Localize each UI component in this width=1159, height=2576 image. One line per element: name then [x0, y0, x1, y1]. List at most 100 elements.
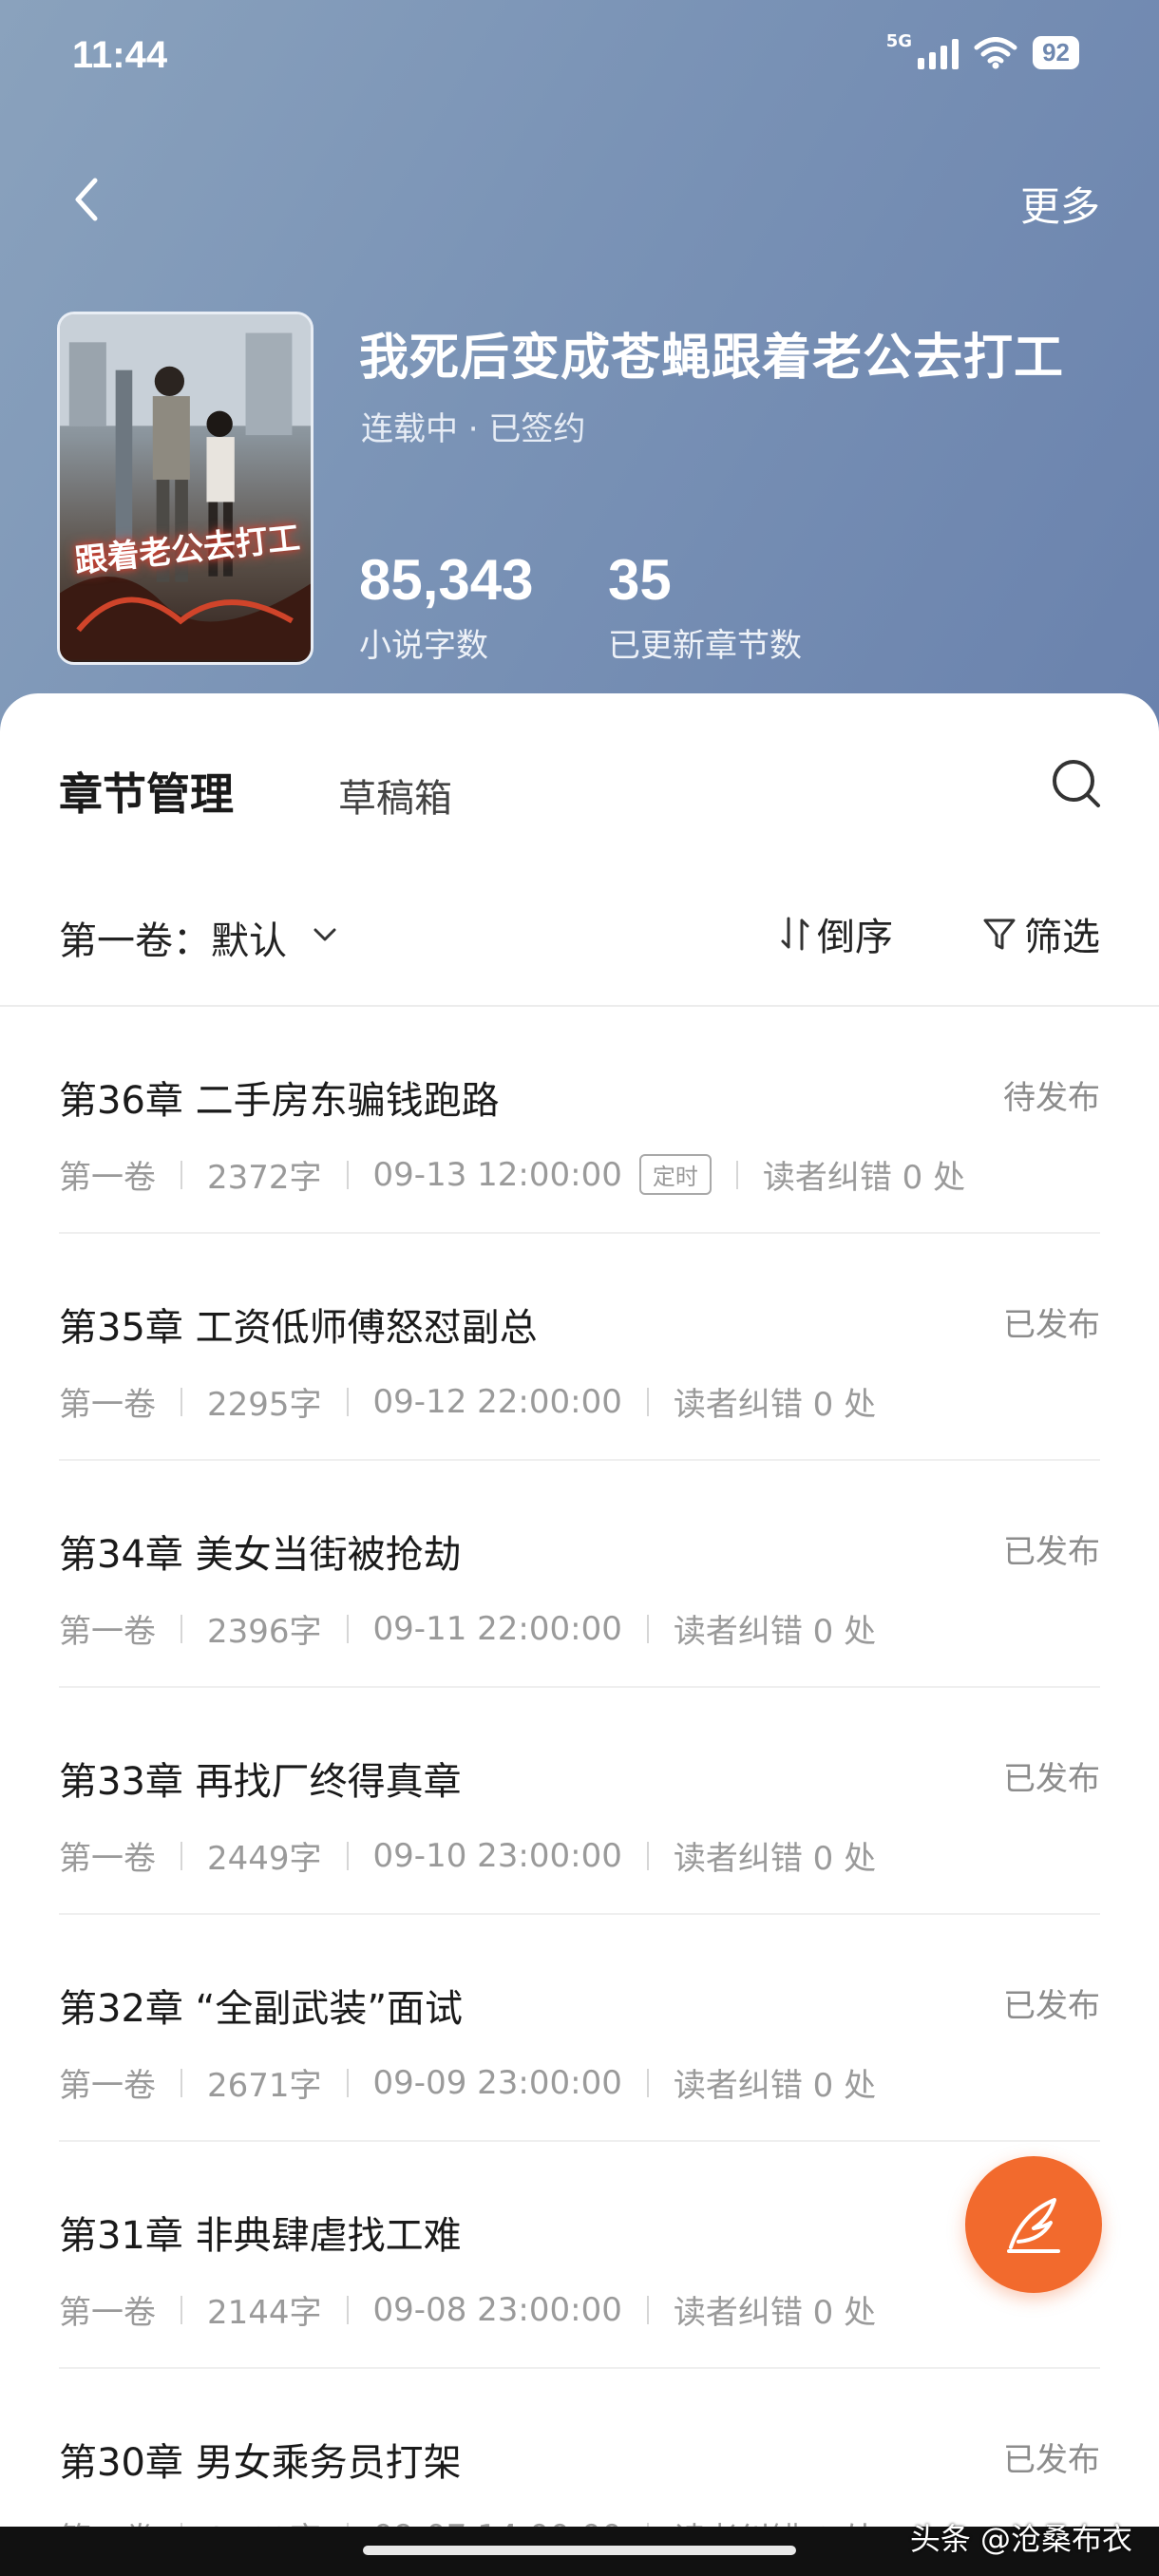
chapter-status: 已发布	[1003, 2441, 1100, 2479]
book-status: 连载中 · 已签约	[361, 410, 586, 448]
chapter-item[interactable]: 第34章 美女当街被抢劫 已发布 第一卷 2396字 09-11 22:00:0…	[59, 1461, 1100, 1688]
chapter-words: 2295字	[207, 1386, 322, 1424]
chapter-status: 已发布	[1003, 1533, 1100, 1571]
chapter-item[interactable]: 第36章 二手房东骗钱跑路 待发布 第一卷 2372字 09-13 12:00:…	[59, 1007, 1100, 1234]
word-count-label: 小说字数	[359, 627, 488, 665]
chapter-errors: 读者纠错 0 处	[762, 1159, 966, 1197]
watermark: 头条 @沧桑布衣	[909, 2521, 1132, 2557]
filter-button[interactable]: 筛选	[982, 906, 1100, 961]
tab-chapter-management[interactable]: 章节管理	[59, 760, 234, 823]
chapter-meta: 第一卷 2372字 09-13 12:00:00 定时 读者纠错 0 处	[59, 1151, 965, 1198]
chapter-volume: 第一卷	[59, 1159, 156, 1197]
quill-pen-icon	[1007, 2198, 1060, 2253]
chapter-volume: 第一卷	[59, 2294, 156, 2332]
cover-illustration	[60, 314, 311, 660]
volume-selector[interactable]: 第一卷：默认	[59, 910, 287, 965]
chapter-status: 已发布	[1003, 1760, 1100, 1798]
chapter-time: 09-09 23:00:00	[372, 2063, 622, 2102]
filter-label: 筛选	[1024, 916, 1100, 959]
chevron-down-icon[interactable]	[310, 919, 340, 950]
more-button[interactable]: 更多	[1020, 175, 1100, 233]
battery-level: 92	[1033, 36, 1079, 69]
chapter-title: 第30章 男女乘务员打架	[59, 2441, 462, 2485]
chapter-item[interactable]: 第33章 再找厂终得真章 已发布 第一卷 2449字 09-10 23:00:0…	[59, 1688, 1100, 1915]
chapter-meta: 第一卷 2144字 09-08 23:00:00 读者纠错 0 处	[59, 2286, 876, 2333]
chapter-item[interactable]: 第32章 “全副武装”面试 已发布 第一卷 2671字 09-09 23:00:…	[59, 1915, 1100, 2142]
chapter-volume: 第一卷	[59, 2067, 156, 2105]
separator	[646, 2068, 649, 2097]
chapter-status: 待发布	[1003, 1079, 1100, 1117]
chapter-errors: 读者纠错 0 处	[673, 2067, 877, 2105]
write-chapter-button[interactable]	[965, 2156, 1102, 2293]
chapter-time: 09-13 12:00:00	[372, 1155, 622, 1194]
word-count-value: 85,343	[359, 548, 534, 612]
chapter-errors: 读者纠错 0 处	[673, 1613, 877, 1651]
chapter-meta: 第一卷 2295字 09-12 22:00:00 读者纠错 0 处	[59, 1378, 876, 1425]
separator	[735, 1160, 738, 1189]
status-time: 11:44	[72, 34, 168, 76]
chapter-title: 第31章 非典肆虐找工难	[59, 2214, 462, 2258]
chapter-time: 09-11 22:00:00	[372, 1609, 622, 1648]
chapter-words: 2372字	[207, 1159, 322, 1197]
separator	[346, 2295, 349, 2324]
chapter-meta: 第一卷 2396字 09-11 22:00:00 读者纠错 0 处	[59, 1605, 876, 1652]
chapter-time: 09-12 22:00:00	[372, 1382, 622, 1421]
chapter-errors: 读者纠错 0 处	[673, 1840, 877, 1878]
chapter-meta: 第一卷 2671字 09-09 23:00:00 读者纠错 0 处	[59, 2059, 876, 2106]
separator	[180, 2295, 182, 2324]
separator	[180, 1387, 182, 1416]
chapter-item[interactable]: 第35章 工资低师傅怒怼副总 已发布 第一卷 2295字 09-12 22:00…	[59, 1234, 1100, 1461]
chapter-words: 2671字	[207, 2067, 322, 2105]
chapter-time: 09-08 23:00:00	[372, 2290, 622, 2329]
sort-icon	[781, 917, 809, 951]
signal-icon	[918, 37, 960, 69]
chapter-meta: 第一卷 2449字 09-10 23:00:00 读者纠错 0 处	[59, 1832, 876, 1879]
book-title: 我死后变成苍蝇跟着老公去打工	[359, 330, 1065, 387]
chapter-errors: 读者纠错 0 处	[673, 2294, 877, 2332]
chapter-title: 第33章 再找厂终得真章	[59, 1760, 462, 1804]
chapter-list: 第36章 二手房东骗钱跑路 待发布 第一卷 2372字 09-13 12:00:…	[0, 1007, 1159, 2576]
tab-drafts[interactable]: 草稿箱	[338, 767, 452, 823]
chapter-count-label: 已更新章节数	[608, 627, 802, 665]
chapter-words: 2396字	[207, 1613, 322, 1651]
back-arrow-icon[interactable]	[61, 171, 118, 228]
chapter-item[interactable]: 第31章 非典肆虐找工难 第一卷 2144字 09-08 23:00:00 读者…	[59, 2142, 1100, 2369]
chapter-words: 2449字	[207, 1840, 322, 1878]
volume-toolbar: 第一卷：默认 倒序 筛选	[0, 893, 1159, 978]
sort-button[interactable]: 倒序	[779, 906, 893, 961]
chapter-title: 第36章 二手房东骗钱跑路	[59, 1079, 500, 1123]
separator	[180, 1160, 182, 1189]
separator	[646, 2295, 649, 2324]
wifi-icon	[974, 36, 1017, 68]
chapter-volume: 第一卷	[59, 1613, 156, 1651]
chapter-status: 已发布	[1003, 1987, 1100, 2025]
separator	[646, 1841, 649, 1870]
home-indicator[interactable]	[363, 2546, 796, 2555]
chapter-title: 第32章 “全副武装”面试	[59, 1987, 464, 2031]
chapter-volume: 第一卷	[59, 1840, 156, 1878]
chapter-words: 2144字	[207, 2294, 322, 2332]
book-cover[interactable]: 跟着老公去打工	[57, 312, 314, 665]
filter-icon	[983, 919, 1016, 950]
network-type: 5G	[885, 31, 913, 51]
sort-label: 倒序	[817, 916, 893, 959]
chapter-title: 第34章 美女当街被抢劫	[59, 1533, 462, 1577]
separator	[646, 1614, 649, 1643]
status-bar: 11:44 5G 92	[0, 0, 1159, 114]
separator	[180, 2068, 182, 2097]
status-icons: 5G 92	[886, 31, 1079, 69]
separator	[180, 1841, 182, 1870]
separator	[180, 1614, 182, 1643]
separator	[646, 1387, 649, 1416]
chapter-errors: 读者纠错 0 处	[673, 1386, 877, 1424]
search-icon[interactable]	[1045, 752, 1108, 815]
separator	[346, 1614, 349, 1643]
scheduled-tag: 定时	[638, 1154, 712, 1195]
chapter-title: 第35章 工资低师傅怒怼副总	[59, 1306, 538, 1350]
separator	[346, 1841, 349, 1870]
chapter-count-value: 35	[608, 548, 672, 612]
chapter-time: 09-10 23:00:00	[372, 1836, 622, 1875]
content-sheet: 章节管理 草稿箱 第一卷：默认 倒序 筛选 第36章 二手房东骗钱跑路 待发布 …	[0, 693, 1159, 2576]
chapter-status: 已发布	[1003, 1306, 1100, 1344]
separator	[346, 1387, 349, 1416]
